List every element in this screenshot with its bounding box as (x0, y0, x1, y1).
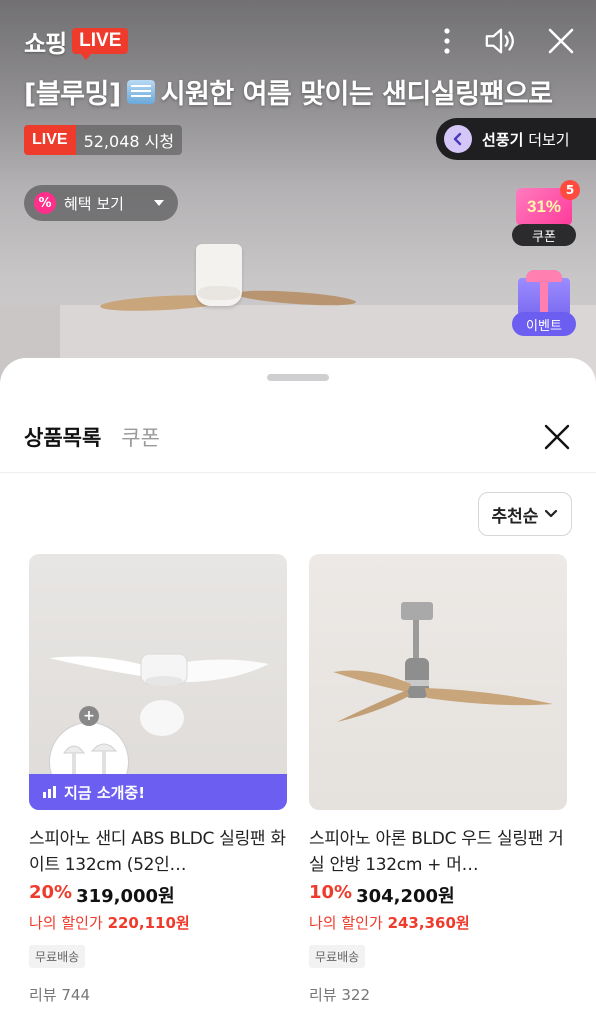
gift-bow (526, 270, 562, 282)
fan-hub-ring (198, 286, 240, 300)
product-sheet: 상품목록 쿠폰 추천순 + 지금 소개중! 스피아노 샌디 ABS BLDC 실… (0, 358, 596, 1024)
product-image[interactable] (309, 554, 567, 810)
product-card[interactable]: 스피아노 아론 BLDC 우드 실링팬 거실 안방 132cm + 머… 10%… (309, 554, 567, 1005)
more-label: 더보기 (528, 130, 570, 149)
sale-price: 319,000원 (76, 886, 175, 907)
caret-down-icon (154, 200, 164, 206)
price-row: 20% 319,000원 (29, 882, 287, 908)
chevron-left-icon (444, 125, 472, 153)
price-row: 10% 304,200원 (309, 882, 567, 908)
related-more-label: 선풍기 더보기 (482, 129, 570, 150)
my-price-value: 243,360원 (387, 914, 470, 932)
my-price-value: 220,110원 (107, 914, 190, 932)
title-main: 시원한 여름 맞이는 샌디실링팬으로 (160, 79, 553, 110)
title-prefix: [블루밍] (24, 79, 121, 110)
tab-product-list[interactable]: 상품목록 (24, 422, 101, 452)
coupon-float-button[interactable]: 31% 5 쿠폰 (512, 180, 580, 248)
now-presenting-banner: 지금 소개중! (29, 774, 287, 810)
sheet-close-icon[interactable] (538, 418, 576, 456)
sheet-drag-handle[interactable] (267, 374, 329, 381)
product-name[interactable]: 스피아노 샌디 ABS BLDC 실링팬 화이트 132cm (52인… (29, 826, 287, 880)
plus-icon[interactable]: + (79, 706, 99, 726)
more-vertical-icon[interactable] (430, 24, 464, 58)
now-presenting-label: 지금 소개중! (64, 783, 146, 802)
coupon-count-badge: 5 (560, 180, 580, 200)
review-count: 리뷰 744 (29, 986, 90, 1004)
my-price-label: 나의 할인가 (29, 914, 103, 932)
product-name[interactable]: 스피아노 아론 BLDC 우드 실링팬 거실 안방 132cm + 머… (309, 826, 567, 880)
discount-rate: 10% (309, 882, 353, 903)
my-discount-price: 나의 할인가 243,360원 (309, 912, 567, 933)
benefit-dropdown[interactable]: % 혜택 보기 (24, 185, 178, 221)
logo-text: 쇼핑 (24, 29, 67, 58)
free-shipping-badge: 무료배송 (29, 945, 86, 968)
live-title: [블루밍] 시원한 여름 맞이는 샌디실링팬으로 (24, 72, 584, 111)
free-shipping-badge: 무료배송 (309, 945, 366, 968)
my-price-label: 나의 할인가 (309, 914, 383, 932)
air-conditioner-icon (126, 79, 155, 104)
viewer-count: 52,048 시청 (83, 132, 175, 151)
product-card[interactable]: + 지금 소개중! 스피아노 샌디 ABS BLDC 실링팬 화이트 132cm… (29, 554, 287, 1005)
logo-live-badge: LIVE (72, 28, 129, 60)
sort-label: 추천순 (491, 506, 539, 527)
coupon-label: 쿠폰 (512, 224, 576, 246)
speaker-icon[interactable] (484, 24, 518, 58)
sort-dropdown[interactable]: 추천순 (478, 492, 572, 536)
divider (0, 472, 596, 473)
shopping-live-logo[interactable]: 쇼핑 LIVE (24, 24, 129, 60)
sheet-tabs: 상품목록 쿠폰 (24, 422, 160, 452)
discount-rate: 20% (29, 882, 73, 903)
related-more-button[interactable]: 선풍기 더보기 (436, 118, 596, 160)
event-float-button[interactable]: 이벤트 (512, 270, 578, 338)
viewer-count-badge: LIVE 52,048 시청 (24, 125, 183, 155)
tab-coupon[interactable]: 쿠폰 (121, 422, 160, 452)
top-bar: 쇼핑 LIVE (0, 0, 596, 80)
live-badge: LIVE (24, 125, 76, 155)
benefit-label: 혜택 보기 (64, 194, 124, 213)
wood-ceiling-fan-image (333, 602, 553, 722)
my-discount-price: 나의 할인가 220,110원 (29, 912, 287, 933)
more-keyword: 선풍기 (482, 130, 524, 149)
event-label: 이벤트 (512, 312, 576, 336)
chevron-down-icon (545, 509, 558, 518)
review-count: 리뷰 322 (309, 986, 370, 1004)
close-icon[interactable] (544, 24, 578, 58)
percent-icon: % (34, 192, 56, 214)
signal-bars-icon (43, 786, 56, 798)
product-image[interactable]: + 지금 소개중! (29, 554, 287, 810)
gift-icon (518, 278, 570, 316)
sale-price: 304,200원 (356, 886, 455, 907)
